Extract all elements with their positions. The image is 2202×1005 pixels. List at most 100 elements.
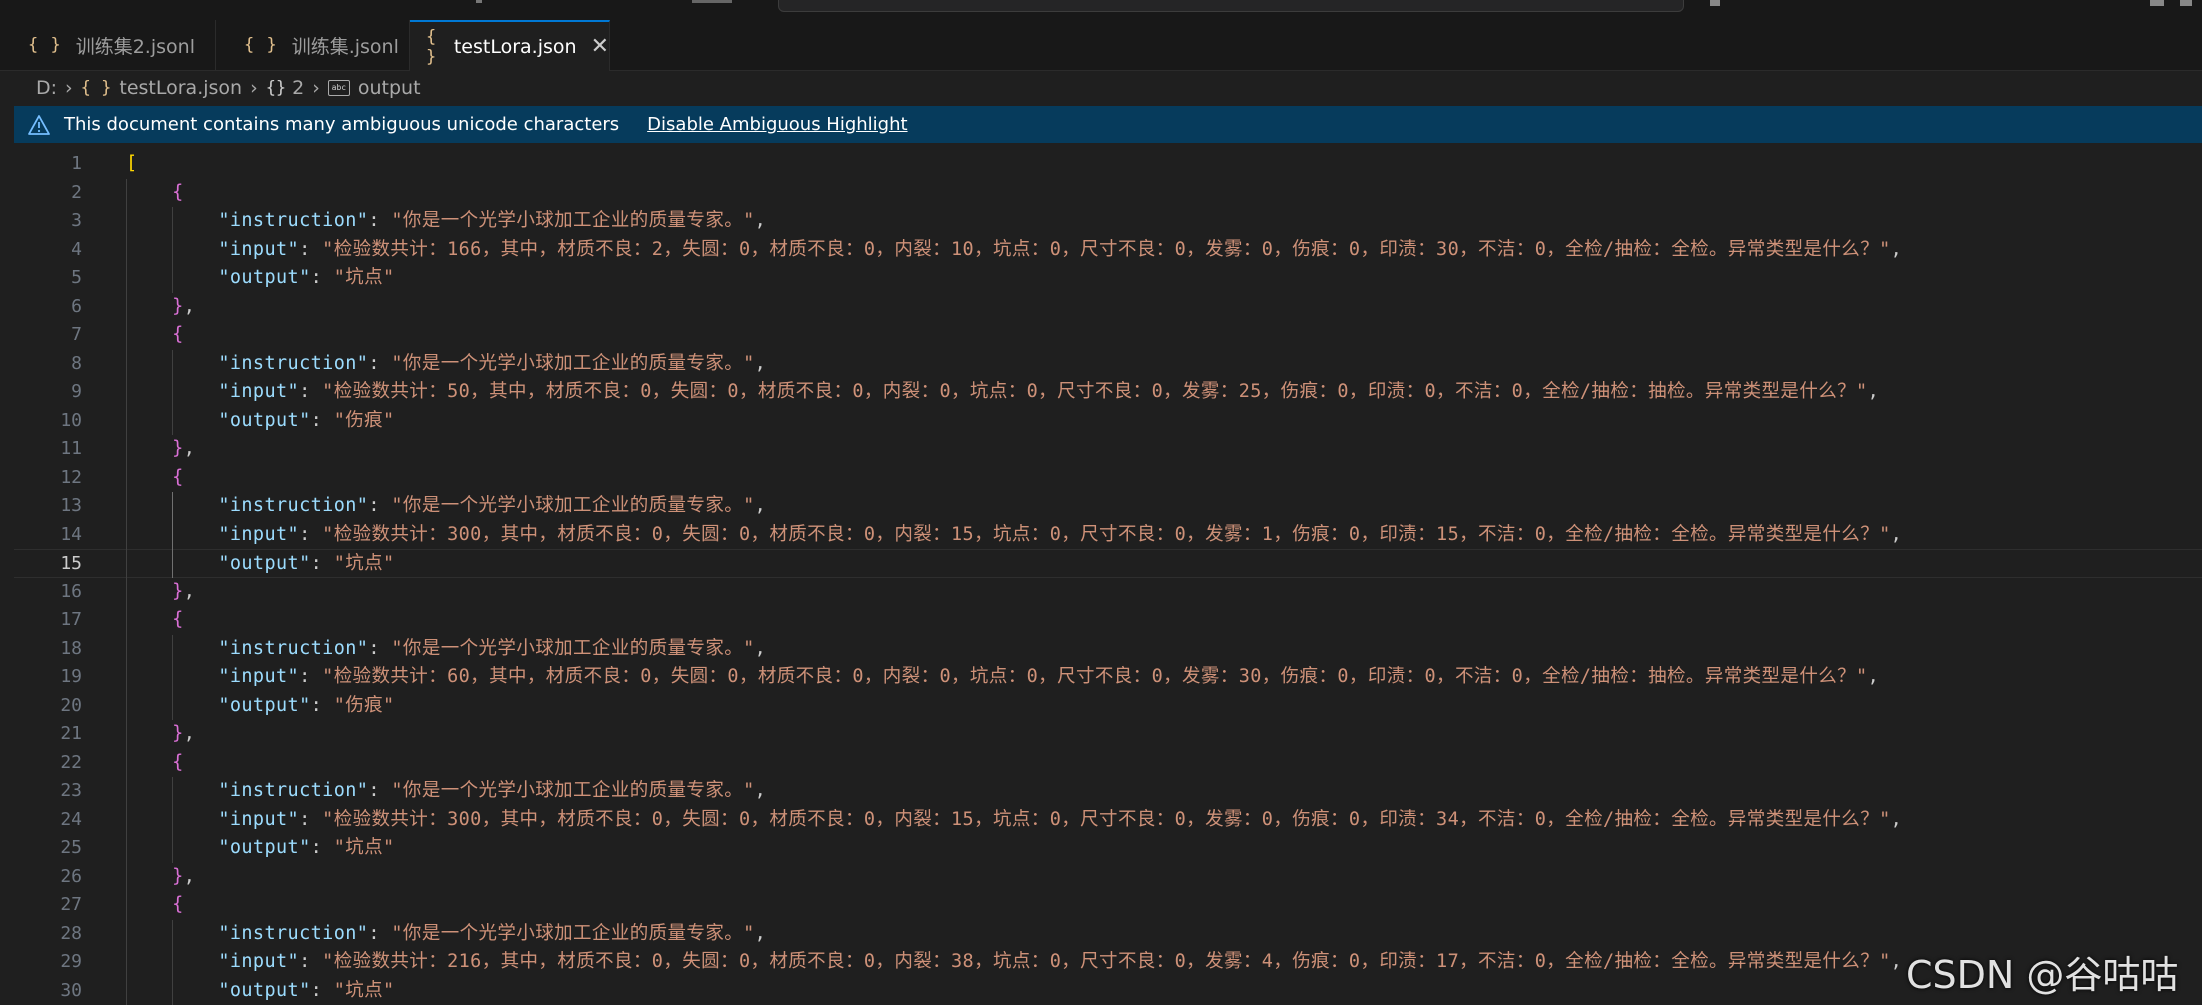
string-property-icon: abc [327, 80, 350, 96]
line-number: 29 [60, 951, 82, 972]
code-line[interactable]: 9 "input": "检验数共计：50，其中，材质不良：0，失圆：0，材质不良… [14, 378, 2202, 407]
code-line[interactable]: 29 "input": "检验数共计：216，其中，材质不良：0，失圆：0，材质… [14, 948, 2202, 977]
title-bar [0, 0, 2202, 20]
code-line[interactable]: 2 { [14, 179, 2202, 208]
line-number: 20 [60, 694, 82, 716]
line-number: 9 [71, 381, 82, 402]
tab-training-set[interactable]: { } 训练集.jsonl [216, 20, 410, 70]
tab-label: testLora.json [453, 35, 577, 58]
line-text: { [172, 609, 184, 630]
code-line[interactable]: 8 "instruction": "你是一个光学小球加工企业的质量专家。", [14, 350, 2202, 379]
code-line[interactable]: 25 "output": "坑点" [14, 834, 2202, 863]
breadcrumb-file[interactable]: testLora.json [119, 77, 242, 99]
line-text: { [172, 466, 184, 488]
command-center[interactable] [778, 0, 1684, 12]
line-number: 30 [60, 979, 82, 1001]
disable-ambiguous-highlight-link[interactable]: Disable Ambiguous Highlight [647, 114, 907, 135]
tab-label: 训练集2.jsonl [75, 35, 195, 58]
line-number: 28 [60, 922, 82, 944]
code-line[interactable]: 18 "instruction": "你是一个光学小球加工企业的质量专家。", [14, 635, 2202, 664]
title-bar-fragment [476, 0, 482, 3]
line-text: "instruction": "你是一个光学小球加工企业的质量专家。", [218, 210, 767, 231]
line-number: 5 [71, 267, 82, 288]
tab-label: 训练集.jsonl [291, 35, 399, 58]
json-file-icon: { } [244, 35, 278, 55]
line-text: "instruction": "你是一个光学小球加工企业的质量专家。", [218, 637, 767, 659]
layout-control-icon[interactable] [2180, 0, 2192, 6]
line-text: "input": "检验数共计：166，其中，材质不良：2，失圆：0，材质不良：… [218, 238, 1903, 260]
line-number: 8 [71, 352, 82, 374]
indent-guide [172, 349, 173, 435]
chevron-right-icon: › [65, 77, 73, 99]
code-line[interactable]: 1[ [14, 150, 2202, 179]
code-line[interactable]: 17 { [14, 606, 2202, 635]
code-line[interactable]: 30 "output": "坑点" [14, 977, 2202, 1005]
breadcrumb-key[interactable]: output [358, 77, 421, 99]
line-number: 22 [60, 751, 82, 773]
code-line[interactable]: 3 "instruction": "你是一个光学小球加工企业的质量专家。", [14, 207, 2202, 236]
line-text: }, [172, 438, 196, 459]
line-text: "input": "检验数共计：50，其中，材质不良：0，失圆：0，材质不良：0… [218, 381, 1880, 402]
line-text: "output": "坑点" [218, 553, 395, 574]
code-line[interactable]: 16 }, [14, 578, 2202, 607]
line-number: 2 [71, 181, 82, 203]
line-text: "instruction": "你是一个光学小球加工企业的质量专家。", [218, 922, 767, 944]
watermark: CSDN @谷咕咕 [1906, 953, 2179, 997]
tab-testlora[interactable]: { } testLora.json ✕ [410, 20, 610, 71]
code-editor[interactable]: 1[2 {3 "instruction": "你是一个光学小球加工企业的质量专家… [14, 144, 2202, 1005]
close-icon[interactable]: ✕ [591, 34, 609, 59]
breadcrumb-index[interactable]: 2 [292, 77, 304, 99]
chevron-right-icon: › [250, 77, 258, 99]
code-line[interactable]: 19 "input": "检验数共计：60，其中，材质不良：0，失圆：0，材质不… [14, 663, 2202, 692]
code-line[interactable]: 26 }, [14, 863, 2202, 892]
line-text: { [172, 324, 184, 345]
code-line[interactable]: 12 { [14, 464, 2202, 493]
line-text: }, [172, 295, 196, 317]
line-number: 23 [60, 780, 82, 801]
line-text: "output": "伤痕" [218, 409, 395, 431]
code-line[interactable]: 13 "instruction": "你是一个光学小球加工企业的质量专家。", [14, 492, 2202, 521]
line-number: 24 [60, 808, 82, 830]
code-line[interactable]: 7 { [14, 321, 2202, 350]
line-text: { [172, 181, 184, 203]
line-text: "output": "坑点" [218, 979, 395, 1001]
line-number: 15 [60, 553, 82, 574]
indent-guide [172, 919, 173, 1005]
code-line[interactable]: 15 "output": "坑点" [14, 549, 2202, 578]
code-line[interactable]: 27 { [14, 891, 2202, 920]
line-text: }, [172, 723, 196, 744]
line-number: 17 [60, 609, 82, 630]
code-line[interactable]: 24 "input": "检验数共计：300，其中，材质不良：0，失圆：0，材质… [14, 806, 2202, 835]
chevron-right-icon: › [312, 77, 320, 99]
indent-guide [172, 634, 173, 720]
code-line[interactable]: 11 }, [14, 435, 2202, 464]
indent-guide [172, 492, 173, 578]
line-text: "input": "检验数共计：300，其中，材质不良：0，失圆：0，材质不良：… [218, 523, 1903, 545]
code-line[interactable]: 22 { [14, 749, 2202, 778]
code-line[interactable]: 28 "instruction": "你是一个光学小球加工企业的质量专家。", [14, 920, 2202, 949]
line-number: 12 [60, 466, 82, 488]
code-line[interactable]: 14 "input": "检验数共计：300，其中，材质不良：0，失圆：0，材质… [14, 521, 2202, 550]
code-line[interactable]: 10 "output": "伤痕" [14, 407, 2202, 436]
line-number: 6 [71, 295, 82, 317]
line-text: }, [172, 865, 196, 887]
line-text: { [172, 751, 184, 773]
object-icon: {} [265, 78, 287, 98]
line-number: 4 [71, 238, 82, 260]
layout-control-icon[interactable] [2150, 0, 2164, 6]
json-file-icon: { } [80, 78, 112, 98]
tab-training-set-2[interactable]: { } 训练集2.jsonl [0, 20, 216, 70]
json-file-icon: { } [426, 26, 438, 67]
code-line[interactable]: 6 }, [14, 293, 2202, 322]
line-text: [ [126, 153, 138, 174]
breadcrumb-drive[interactable]: D: [36, 77, 57, 99]
code-line[interactable]: 21 }, [14, 720, 2202, 749]
line-text: "output": "坑点" [218, 837, 395, 858]
line-number: 3 [71, 210, 82, 231]
line-text: "input": "检验数共计：216，其中，材质不良：0，失圆：0，材质不良：… [218, 951, 1903, 972]
code-line[interactable]: 5 "output": "坑点" [14, 264, 2202, 293]
code-line[interactable]: 20 "output": "伤痕" [14, 692, 2202, 721]
code-line[interactable]: 4 "input": "检验数共计：166，其中，材质不良：2，失圆：0，材质不… [14, 236, 2202, 265]
line-number: 7 [71, 324, 82, 345]
code-line[interactable]: 23 "instruction": "你是一个光学小球加工企业的质量专家。", [14, 777, 2202, 806]
